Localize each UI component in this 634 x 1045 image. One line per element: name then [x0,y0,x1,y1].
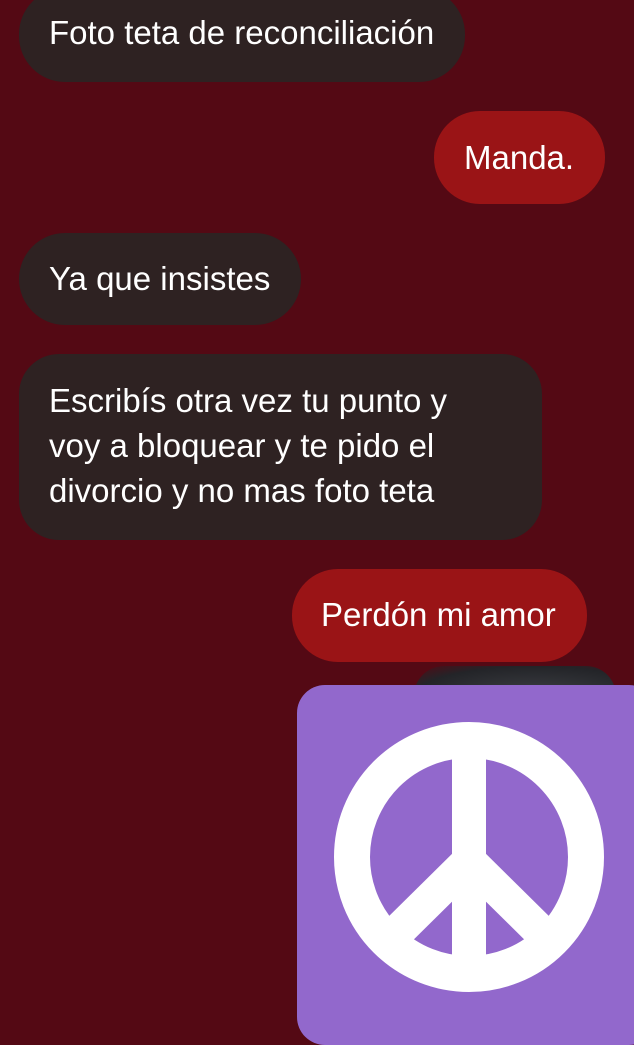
chat-thread: Foto teta de reconciliación Manda. Ya qu… [0,0,634,1045]
message-bubble-received[interactable]: Escribís otra vez tu punto y voy a bloqu… [19,354,542,540]
message-bubble-sent[interactable]: Manda. [434,111,606,204]
message-text-line: divorcio y no mas foto teta [49,472,435,509]
message-text-line: Escribís otra vez tu punto y [49,382,448,419]
message-bubble-received[interactable]: Ya que insistes [19,233,302,325]
message-text: Ya que insistes [49,260,271,297]
message-bubble-received[interactable]: Foto teta de reconciliación [19,0,466,82]
message-text: Manda. [464,139,575,176]
message-text: Foto teta de reconciliación [49,14,435,51]
message-text-line: voy a bloquear y te pido el [49,427,435,464]
peace-symbol-icon [334,722,604,992]
message-text: Perdón mi amor [321,596,556,633]
message-bubble-sent[interactable]: Perdón mi amor [292,569,587,662]
peace-sticker[interactable] [297,685,634,1045]
